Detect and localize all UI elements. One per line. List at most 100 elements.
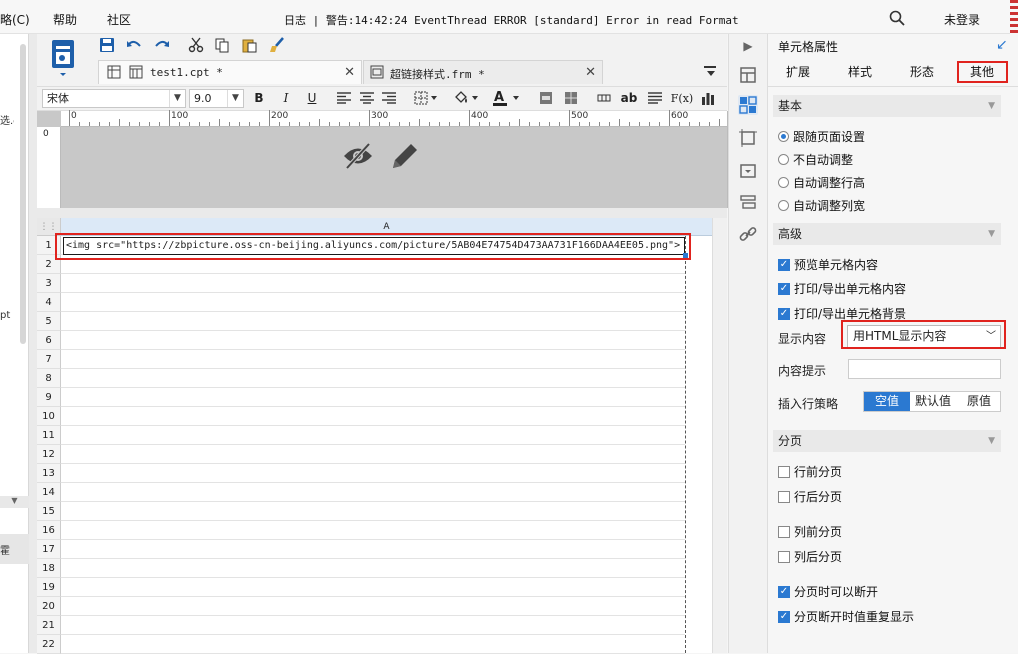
table-row[interactable] (61, 635, 685, 654)
condition-icon[interactable] (738, 192, 758, 212)
check-page-before-row[interactable]: 行前分页 (778, 463, 842, 480)
insert-original-button[interactable]: 原值 (956, 392, 1002, 411)
insert-default-button[interactable]: 默认值 (910, 392, 956, 411)
radio-no-adjust[interactable]: 不自动调整 (778, 151, 853, 168)
radio-auto-col-width[interactable]: 自动调整列宽 (778, 197, 865, 214)
row-header[interactable]: 20 (37, 597, 61, 616)
row-header[interactable]: 17 (37, 540, 61, 559)
tooltip-input[interactable] (848, 359, 1001, 379)
row-header[interactable]: 4 (37, 293, 61, 312)
table-row[interactable] (61, 578, 685, 597)
save-icon[interactable] (98, 36, 116, 54)
collapse-arrow-icon[interactable]: ▼ (0, 496, 29, 508)
table-row[interactable] (61, 597, 685, 616)
table-row[interactable] (61, 369, 685, 388)
radio-auto-row-height[interactable]: 自动调整行高 (778, 174, 865, 191)
check-page-before-col[interactable]: 列前分页 (778, 523, 842, 540)
row-header[interactable]: 11 (37, 426, 61, 445)
collapse-right-icon[interactable]: ▶ (738, 36, 758, 56)
font-size-select[interactable]: 9.0 ▼ (189, 89, 244, 108)
fill-handle[interactable] (683, 253, 688, 258)
splitter[interactable] (29, 34, 37, 653)
font-family-select[interactable]: 宋体 ▼ (42, 89, 186, 108)
tab-expand[interactable]: 扩展 (768, 62, 828, 82)
undo-icon[interactable] (125, 36, 143, 54)
table-row[interactable] (61, 426, 685, 445)
redo-icon[interactable] (153, 36, 171, 54)
insert-null-button[interactable]: 空值 (864, 392, 910, 411)
section-basic[interactable]: 基本 ▼ (773, 95, 1001, 117)
row-header[interactable]: 10 (37, 407, 61, 426)
tab-form[interactable]: 形态 (892, 62, 952, 82)
align-left-icon[interactable] (336, 90, 352, 106)
fill-color-icon[interactable] (452, 90, 480, 106)
float-element-icon[interactable] (738, 128, 758, 148)
row-header[interactable]: 15 (37, 502, 61, 521)
row-header[interactable]: 16 (37, 521, 61, 540)
check-print-content[interactable]: ✓ 打印/导出单元格内容 (778, 280, 906, 297)
preview-splitter[interactable] (37, 208, 727, 218)
left-selected-item[interactable]: 霍 (0, 534, 29, 564)
font-color-icon[interactable]: A (490, 90, 522, 106)
copy-icon[interactable] (213, 36, 231, 54)
search-icon[interactable] (889, 10, 905, 29)
hyperlink-icon[interactable] (738, 224, 758, 244)
row-header[interactable]: 8 (37, 369, 61, 388)
cell-element-icon[interactable] (738, 65, 758, 85)
table-row[interactable] (61, 616, 685, 635)
tab-style[interactable]: 样式 (830, 62, 890, 82)
check-preview-content[interactable]: ✓ 预览单元格内容 (778, 256, 878, 273)
hide-icon[interactable] (342, 141, 374, 174)
bold-button[interactable]: B (251, 90, 267, 106)
menu-item-community[interactable]: 社区 (107, 11, 131, 28)
close-icon[interactable]: ✕ (585, 65, 596, 80)
cut-icon[interactable] (187, 36, 205, 54)
split-cells-icon[interactable] (563, 90, 579, 106)
row-header[interactable]: 22 (37, 635, 61, 654)
row-header[interactable]: 13 (37, 464, 61, 483)
table-row[interactable] (61, 293, 685, 312)
login-link[interactable]: 未登录 (944, 11, 980, 28)
vertical-scrollbar[interactable] (712, 218, 727, 653)
section-advanced[interactable]: 高级 ▼ (773, 223, 1001, 245)
menu-item-help[interactable]: 帮助 (53, 11, 77, 28)
align-center-icon[interactable] (359, 90, 375, 106)
spreadsheet-grid[interactable]: ⋮⋮ A 1 2 3 4 5 6 7 8 9 10 11 12 13 14 15 16 17 18 19 20 21 22 (37, 218, 712, 654)
underline-button[interactable]: U (304, 90, 320, 106)
tab-hyperlink-frm[interactable]: 超链接样式.frm * ✕ (363, 60, 603, 84)
widget-icon[interactable] (738, 161, 758, 181)
table-row[interactable] (61, 559, 685, 578)
table-row[interactable] (61, 407, 685, 426)
table-row[interactable] (61, 274, 685, 293)
tab-menu-icon[interactable] (703, 64, 717, 81)
table-row[interactable] (61, 540, 685, 559)
row-header[interactable]: 21 (37, 616, 61, 635)
table-row[interactable] (61, 350, 685, 369)
insert-row-icon[interactable] (596, 90, 612, 106)
check-page-breakable[interactable]: ✓ 分页时可以断开 (778, 583, 878, 600)
row-header[interactable]: 12 (37, 445, 61, 464)
table-row[interactable] (61, 502, 685, 521)
chart-icon[interactable] (700, 90, 716, 106)
align-right-icon[interactable] (381, 90, 397, 106)
row-header[interactable]: 14 (37, 483, 61, 502)
format-painter-icon[interactable] (268, 36, 286, 54)
table-row[interactable] (61, 312, 685, 331)
section-paging[interactable]: 分页 ▼ (773, 430, 1001, 452)
table-row[interactable] (61, 483, 685, 502)
cell-properties-icon[interactable] (738, 95, 758, 115)
table-row[interactable] (61, 445, 685, 464)
menu-item-partial[interactable]: 略(C) (0, 11, 30, 28)
template-menu-icon[interactable] (48, 38, 78, 78)
tab-test1-cpt[interactable]: test1.cpt * ✕ (98, 60, 362, 84)
row-header[interactable]: 6 (37, 331, 61, 350)
row-header[interactable]: 5 (37, 312, 61, 331)
row-header[interactable]: 19 (37, 578, 61, 597)
border-icon[interactable] (413, 90, 439, 106)
left-scrollbar[interactable] (20, 44, 26, 344)
line-spacing-icon[interactable] (647, 90, 663, 106)
text-wrap-button[interactable]: ab (620, 90, 638, 106)
merge-cells-icon[interactable] (538, 90, 554, 106)
table-row[interactable] (61, 464, 685, 483)
table-row[interactable] (61, 521, 685, 540)
